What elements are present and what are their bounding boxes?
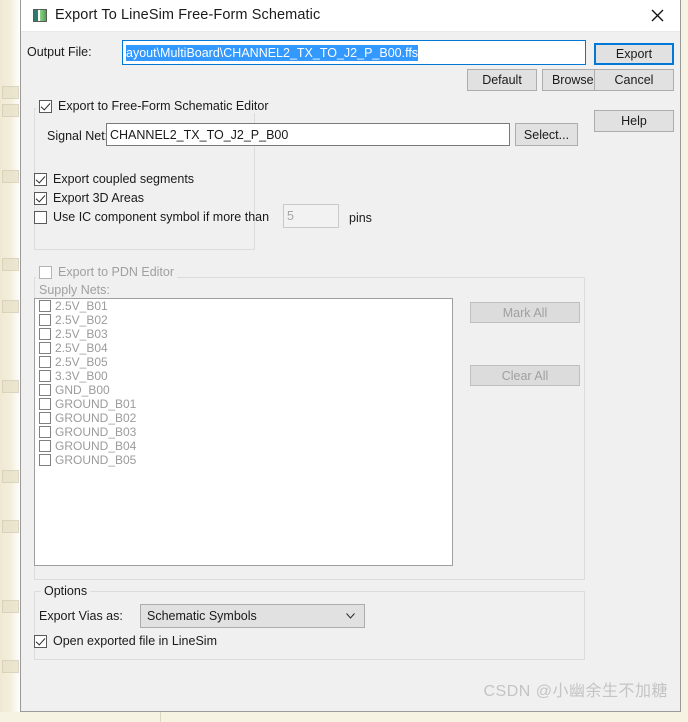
options-group-title: Options — [41, 584, 91, 598]
supply-net-checkbox[interactable] — [39, 370, 51, 382]
signal-net-label: Signal Net: — [47, 129, 109, 143]
supply-nets-label: Supply Nets: — [39, 283, 110, 297]
list-item[interactable]: GROUND_B04 — [35, 439, 452, 453]
supply-net-checkbox[interactable] — [39, 454, 51, 466]
export-vias-as-value: Schematic Symbols — [147, 609, 257, 623]
list-item[interactable]: GROUND_B05 — [35, 453, 452, 467]
use-ic-component-symbol-label: Use IC component symbol if more than — [53, 210, 270, 224]
export-to-pdn-editor-label: Export to PDN Editor — [58, 265, 175, 279]
supply-net-checkbox[interactable] — [39, 342, 51, 354]
list-item[interactable]: 2.5V_B03 — [35, 327, 452, 341]
supply-net-label: GROUND_B03 — [55, 425, 137, 439]
list-item[interactable]: 2.5V_B01 — [35, 299, 452, 313]
supply-net-label: 2.5V_B01 — [55, 299, 108, 313]
use-ic-component-symbol-checkbox[interactable]: Use IC component symbol if more than — [34, 210, 269, 224]
supply-net-label: GROUND_B02 — [55, 411, 137, 425]
export-vias-as-label: Export Vias as: — [39, 609, 123, 623]
background-tool-icon — [2, 520, 19, 533]
supply-net-label: GROUND_B01 — [55, 397, 137, 411]
clear-all-button[interactable]: Clear All — [470, 365, 580, 386]
app-icon — [33, 9, 47, 22]
background-tool-icon — [2, 600, 19, 613]
export-3d-areas-label: Export 3D Areas — [53, 191, 145, 205]
supply-net-checkbox[interactable] — [39, 356, 51, 368]
export-to-schematic-editor-label: Export to Free-Form Schematic Editor — [58, 99, 269, 113]
list-item[interactable]: GROUND_B03 — [35, 425, 452, 439]
supply-net-label: 2.5V_B05 — [55, 355, 108, 369]
list-item[interactable]: 3.3V_B00 — [35, 369, 452, 383]
pins-label: pins — [349, 211, 372, 225]
supply-net-checkbox[interactable] — [39, 440, 51, 452]
pins-threshold-value: 5 — [287, 209, 294, 223]
supply-net-checkbox[interactable] — [39, 328, 51, 340]
help-button[interactable]: Help — [594, 110, 674, 132]
background-tool-icon — [2, 470, 19, 483]
supply-net-label: GND_B00 — [55, 383, 110, 397]
supply-net-checkbox[interactable] — [39, 398, 51, 410]
list-item[interactable]: GROUND_B02 — [35, 411, 452, 425]
checkbox-box — [34, 210, 47, 224]
background-divider — [160, 712, 161, 722]
export-3d-areas-checkbox[interactable]: Export 3D Areas — [34, 191, 144, 205]
supply-net-label: GROUND_B04 — [55, 439, 137, 453]
supply-net-label: 3.3V_B00 — [55, 369, 108, 383]
background-tool-icon — [2, 660, 19, 673]
signal-net-input[interactable]: CHANNEL2_TX_TO_J2_P_B00 — [106, 123, 510, 146]
checkbox-box — [34, 172, 47, 186]
default-button[interactable]: Default — [467, 69, 537, 91]
background-tool-icon — [2, 104, 19, 117]
window-title: Export To LineSim Free-Form Schematic — [55, 7, 321, 23]
export-to-schematic-editor-checkbox[interactable]: Export to Free-Form Schematic Editor — [36, 99, 272, 113]
background-left-toolbar — [0, 0, 21, 722]
supply-net-label: GROUND_B05 — [55, 453, 137, 467]
list-item[interactable]: 2.5V_B04 — [35, 341, 452, 355]
pins-threshold-input[interactable]: 5 — [283, 204, 339, 228]
export-dialog: Export To LineSim Free-Form Schematic Ou… — [20, 0, 681, 712]
select-net-button[interactable]: Select... — [515, 123, 578, 146]
export-button[interactable]: Export — [594, 43, 674, 65]
supply-net-checkbox[interactable] — [39, 426, 51, 438]
checkbox-box — [39, 99, 52, 113]
list-item[interactable]: GROUND_B01 — [35, 397, 452, 411]
checkbox-box — [34, 634, 47, 648]
background-tool-icon — [2, 380, 19, 393]
supply-net-label: 2.5V_B03 — [55, 327, 108, 341]
background-tool-icon — [2, 258, 19, 271]
chevron-down-icon — [346, 613, 355, 619]
title-bar: Export To LineSim Free-Form Schematic — [21, 0, 680, 32]
supply-net-checkbox[interactable] — [39, 384, 51, 396]
open-exported-file-checkbox[interactable]: Open exported file in LineSim — [34, 634, 217, 648]
supply-nets-listbox[interactable]: 2.5V_B01 2.5V_B02 2.5V_B03 2.5V_B04 2.5V_B05… — [34, 298, 453, 566]
list-item[interactable]: 2.5V_B05 — [35, 355, 452, 369]
supply-net-label: 2.5V_B04 — [55, 341, 108, 355]
open-exported-file-label: Open exported file in LineSim — [53, 634, 217, 648]
background-tool-icon — [2, 170, 19, 183]
output-file-value: ayout\MultiBoard\CHANNEL2_TX_TO_J2_P_B00… — [126, 44, 419, 61]
output-file-label: Output File: — [27, 45, 92, 59]
background-bottom-area — [0, 712, 688, 722]
output-file-input[interactable]: ayout\MultiBoard\CHANNEL2_TX_TO_J2_P_B00… — [122, 40, 586, 65]
watermark: CSDN @小幽余生不加糖 — [483, 683, 668, 700]
export-coupled-segments-label: Export coupled segments — [53, 172, 195, 186]
checkbox-box — [39, 265, 52, 279]
supply-net-label: 2.5V_B02 — [55, 313, 108, 327]
export-coupled-segments-checkbox[interactable]: Export coupled segments — [34, 172, 194, 186]
export-vias-as-select[interactable]: Schematic Symbols — [140, 604, 365, 628]
list-item[interactable]: 2.5V_B02 — [35, 313, 452, 327]
supply-net-checkbox[interactable] — [39, 412, 51, 424]
signal-net-value: CHANNEL2_TX_TO_J2_P_B00 — [110, 127, 289, 142]
supply-net-checkbox[interactable] — [39, 314, 51, 326]
cancel-button[interactable]: Cancel — [594, 69, 674, 91]
checkbox-box — [34, 191, 47, 205]
mark-all-button[interactable]: Mark All — [470, 302, 580, 323]
close-icon[interactable] — [634, 0, 680, 30]
background-tool-icon — [2, 300, 19, 313]
background-tool-icon — [2, 86, 19, 99]
list-item[interactable]: GND_B00 — [35, 383, 452, 397]
supply-net-checkbox[interactable] — [39, 300, 51, 312]
export-to-pdn-editor-checkbox[interactable]: Export to PDN Editor — [36, 265, 178, 279]
